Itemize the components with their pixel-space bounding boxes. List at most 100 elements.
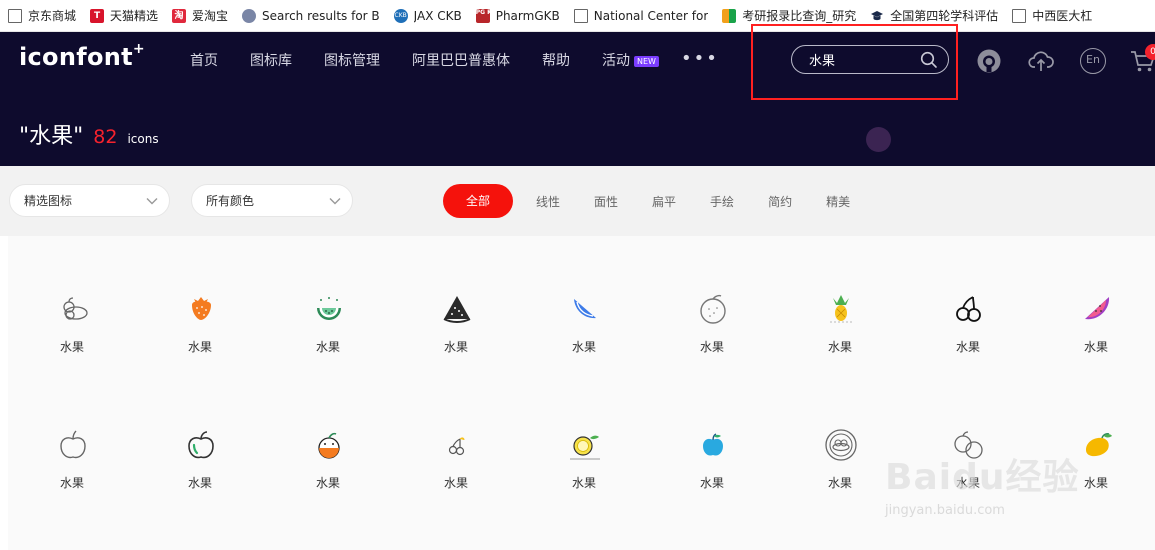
icon-name: 水果 xyxy=(315,340,340,354)
icon-name: 水果 xyxy=(315,476,340,490)
icon-card[interactable]: 水果 xyxy=(264,292,392,402)
nav-home[interactable]: 首页 xyxy=(190,50,218,70)
result-query: "水果" xyxy=(19,124,84,149)
bookmark-taobao[interactable]: 淘爱淘宝 xyxy=(172,7,228,24)
site-logo[interactable]: iconfont+ xyxy=(19,41,145,71)
icon-name: 水果 xyxy=(955,340,980,354)
search-icon[interactable] xyxy=(920,51,938,69)
icon-card[interactable]: 水果 xyxy=(8,428,136,538)
pgkb-icon: PG KB xyxy=(475,8,496,23)
nav-alibaba-font[interactable]: 阿里巴巴普惠体 xyxy=(412,50,510,70)
watermelon-slice-dark-icon xyxy=(443,296,471,323)
icon-card[interactable]: 水果 xyxy=(1032,292,1155,402)
bookmark-search-results[interactable]: Search results for B xyxy=(242,8,380,23)
fruit-plate-icon xyxy=(825,429,857,461)
melon-slice-icon xyxy=(574,299,596,319)
bookmark-tmall[interactable]: T 天猫精选 xyxy=(90,7,158,24)
bookmarks-bar: 京东商城 T 天猫精选 淘爱淘宝 Search results for B CKB… xyxy=(0,0,1155,32)
nav-help[interactable]: 帮助 xyxy=(542,50,570,70)
icon-card[interactable]: 水果 xyxy=(392,292,520,402)
icon-card[interactable]: 水果 xyxy=(136,428,264,538)
icon-card[interactable]: 水果 xyxy=(264,428,392,538)
more-menu-icon[interactable]: ••• xyxy=(681,48,719,69)
tab-exquisite[interactable]: 精美 xyxy=(826,193,850,210)
watermelon-bowl-icon xyxy=(317,297,341,320)
icon-card[interactable]: 水果 xyxy=(648,428,776,538)
apple-outline-icon xyxy=(60,430,86,459)
icon-name: 水果 xyxy=(59,476,84,490)
search-box xyxy=(791,45,949,74)
icon-name: 水果 xyxy=(827,340,852,354)
apple-blue-icon xyxy=(703,433,723,456)
cart-count-badge: 0 xyxy=(1145,44,1155,60)
icon-card[interactable]: 水果 xyxy=(520,428,648,538)
icon-type-select[interactable]: 精选图标 xyxy=(9,184,170,217)
main-nav: 首页 图标库 图标管理 阿里巴巴普惠体 帮助 活动 NEW ••• xyxy=(190,48,719,70)
icon-name: 水果 xyxy=(443,340,468,354)
cursor-dot xyxy=(866,127,891,152)
icon-name: 水果 xyxy=(443,476,468,490)
graduation-cap-icon xyxy=(870,9,884,23)
search-input[interactable] xyxy=(809,52,909,67)
apple-green-icon xyxy=(188,431,214,459)
tab-all[interactable]: 全部 xyxy=(443,184,513,218)
bookmark-pharmgkb[interactable]: PG KB PharmGKB xyxy=(475,8,560,23)
cherries-small-icon xyxy=(448,437,465,456)
watermelon-slice-icon xyxy=(1085,297,1110,320)
icon-card[interactable]: 水果 xyxy=(904,292,1032,402)
ckb-icon: CKB xyxy=(393,8,408,23)
bookmark-jd[interactable]: 京东商城 xyxy=(8,7,76,24)
tab-simple[interactable]: 简约 xyxy=(768,193,792,210)
icon-card[interactable]: 水果 xyxy=(136,292,264,402)
color-select[interactable]: 所有颜色 xyxy=(191,184,353,217)
icon-name: 水果 xyxy=(1083,340,1108,354)
icon-card[interactable]: 水果 xyxy=(648,292,776,402)
bookmark-ncbi[interactable]: National Center for xyxy=(573,8,708,23)
language-icon[interactable]: En xyxy=(1080,48,1106,74)
bookmark-zhongxiyi[interactable]: 中西医大杠 xyxy=(1012,7,1092,24)
search-results-icon xyxy=(242,8,257,23)
page-icon xyxy=(1012,8,1027,23)
icon-name: 水果 xyxy=(699,476,724,490)
nav-activity[interactable]: 活动 NEW xyxy=(602,50,659,70)
kaoyan-icon xyxy=(722,8,737,23)
tab-flat[interactable]: 扁平 xyxy=(652,193,676,210)
tab-linear[interactable]: 线性 xyxy=(536,193,560,210)
icon-name: 水果 xyxy=(571,476,596,490)
taobao-icon: 淘 xyxy=(172,8,187,23)
baidu-watermark-url: jingyan.baidu.com xyxy=(885,503,1005,518)
icon-card[interactable]: 水果 xyxy=(392,428,520,538)
page-icon xyxy=(8,8,22,23)
result-count: 82 xyxy=(93,126,118,148)
bookmark-xueke[interactable]: 全国第四轮学科评估 xyxy=(870,7,998,24)
nav-icon-library[interactable]: 图标库 xyxy=(250,50,292,70)
icon-name: 水果 xyxy=(699,340,724,354)
result-unit: icons xyxy=(127,132,159,146)
orange-slice-icon xyxy=(318,432,340,459)
nav-icon-management[interactable]: 图标管理 xyxy=(324,50,380,70)
icon-name: 水果 xyxy=(571,340,596,354)
style-tabs: 全部 线性 面性 扁平 手绘 简约 精美 xyxy=(443,184,884,218)
mango-icon xyxy=(1086,433,1112,457)
strawberry-icon xyxy=(192,297,211,320)
fruit-basket-icon xyxy=(63,297,88,320)
github-icon[interactable] xyxy=(976,48,1002,74)
pineapple-icon xyxy=(830,295,852,323)
bookmark-kaoyan[interactable]: 考研报录比查询_研究 xyxy=(722,7,856,24)
icon-card[interactable]: 水果 xyxy=(776,292,904,402)
icon-name: 水果 xyxy=(187,476,212,490)
icon-card[interactable]: 水果 xyxy=(8,292,136,402)
page-icon xyxy=(573,8,588,23)
result-title: "水果" 82 icons xyxy=(19,118,159,150)
upload-cloud-icon[interactable] xyxy=(1028,48,1054,74)
cherries-outline-icon xyxy=(956,296,981,322)
icon-name: 水果 xyxy=(187,340,212,354)
tab-handdrawn[interactable]: 手绘 xyxy=(710,193,734,210)
site-header: iconfont+ 首页 图标库 图标管理 阿里巴巴普惠体 帮助 活动 NEW •… xyxy=(0,24,1155,166)
lemon-icon xyxy=(570,435,600,460)
new-badge: NEW xyxy=(634,56,659,67)
orange-outline-icon xyxy=(700,294,726,324)
icon-card[interactable]: 水果 xyxy=(520,292,648,402)
tab-surface[interactable]: 面性 xyxy=(594,193,618,210)
bookmark-jax-ckb[interactable]: CKB JAX CKB xyxy=(393,8,462,23)
